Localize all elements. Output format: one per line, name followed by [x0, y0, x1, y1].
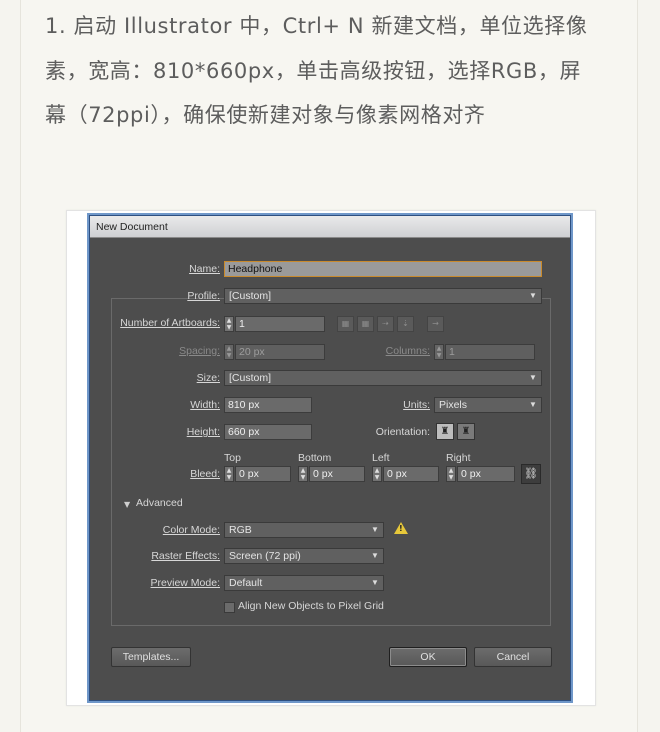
name-label: Name: [189, 263, 220, 275]
instruction-text: 1. 启动 Illustrator 中，Ctrl+ N 新建文档，单位选择像素，… [45, 14, 588, 127]
bleed-bottom-stepper[interactable]: ▲ ▼ [298, 466, 308, 482]
spacing-input[interactable]: 20 px [235, 344, 325, 360]
bleed-top-stepper[interactable]: ▲ ▼ [224, 466, 234, 482]
units-label: Units: [403, 399, 430, 411]
height-label: Height: [186, 426, 220, 438]
right-to-left-icon[interactable]: → [427, 316, 444, 332]
preview-mode-select[interactable]: Default ▼ [224, 575, 384, 591]
grid-by-column-icon[interactable]: ▦ [357, 316, 374, 332]
columns-stepper[interactable]: ▲ ▼ [434, 344, 444, 360]
color-mode-label: Color Mode: [162, 524, 220, 536]
spacing-label: Spacing: [179, 345, 220, 357]
color-mode-select[interactable]: RGB ▼ [224, 522, 384, 538]
expand-triangle-icon[interactable]: ▼ [124, 500, 130, 509]
dialog-title: New Document [90, 216, 570, 238]
arrange-by-column-icon[interactable]: ⇣ [397, 316, 414, 332]
bleed-left-input[interactable]: 0 px [383, 466, 439, 482]
units-select[interactable]: Pixels ▼ [434, 397, 542, 413]
portrait-orientation-icon[interactable]: ♜ [436, 423, 454, 440]
width-input[interactable]: 810 px [224, 397, 312, 413]
columns-input[interactable]: 1 [445, 344, 535, 360]
bleed-label: Bleed: [190, 468, 220, 480]
grid-by-row-icon[interactable]: ▦ [337, 316, 354, 332]
bleed-top-label: Top [224, 452, 241, 464]
name-input[interactable]: Headphone [224, 261, 542, 277]
orientation-label: Orientation: [375, 426, 430, 438]
bleed-left-label: Left [372, 452, 390, 464]
raster-effects-label: Raster Effects: [151, 550, 220, 562]
units-value: Pixels [439, 399, 468, 411]
profile-label: Profile: [187, 290, 220, 302]
cancel-button[interactable]: Cancel [474, 647, 552, 667]
ok-button[interactable]: OK [389, 647, 467, 667]
profile-value: [Custom] [229, 290, 272, 302]
artboards-label: Number of Artboards: [120, 317, 220, 329]
new-document-dialog: New Document Name: Headphone Profile: [C… [89, 215, 571, 701]
bleed-top-input[interactable]: 0 px [235, 466, 291, 482]
bleed-left-stepper[interactable]: ▲ ▼ [372, 466, 382, 482]
warning-icon: ! [394, 522, 408, 534]
width-label: Width: [190, 399, 220, 411]
size-label: Size: [196, 372, 220, 384]
bleed-right-label: Right [446, 452, 471, 464]
spacing-stepper[interactable]: ▲ ▼ [224, 344, 234, 360]
chevron-down-icon: ▼ [371, 551, 379, 560]
link-bleed-icon[interactable]: ⛓ [521, 464, 541, 484]
chevron-down-icon: ▼ [529, 291, 537, 300]
size-select[interactable]: [Custom] ▼ [224, 370, 542, 386]
size-value: [Custom] [229, 372, 272, 384]
preview-mode-label: Preview Mode: [150, 577, 220, 589]
align-pixel-grid-label: Align New Objects to Pixel Grid [238, 600, 384, 612]
chevron-down-icon: ▼ [371, 578, 379, 587]
color-mode-value: RGB [229, 524, 252, 536]
chevron-down-icon: ▼ [529, 400, 537, 409]
landscape-orientation-icon[interactable]: ♜ [457, 423, 475, 440]
bleed-right-input[interactable]: 0 px [457, 466, 515, 482]
bleed-bottom-label: Bottom [298, 452, 332, 464]
height-input[interactable]: 660 px [224, 424, 312, 440]
templates-button[interactable]: Templates... [111, 647, 191, 667]
columns-label: Columns: [385, 345, 430, 357]
chevron-down-icon: ▼ [371, 525, 379, 534]
chevron-down-icon: ▼ [529, 373, 537, 382]
profile-select[interactable]: [Custom] ▼ [224, 288, 542, 304]
raster-effects-select[interactable]: Screen (72 ppi) ▼ [224, 548, 384, 564]
artboards-stepper[interactable]: ▲ ▼ [224, 316, 234, 332]
advanced-toggle[interactable]: Advanced [136, 497, 183, 509]
arrange-by-row-icon[interactable]: ⇢ [377, 316, 394, 332]
artboards-input[interactable]: 1 [235, 316, 325, 332]
bleed-right-stepper[interactable]: ▲ ▼ [446, 466, 456, 482]
preview-mode-value: Default [229, 577, 263, 589]
align-pixel-grid-checkbox[interactable] [224, 602, 235, 613]
bleed-bottom-input[interactable]: 0 px [309, 466, 365, 482]
raster-effects-value: Screen (72 ppi) [229, 550, 301, 562]
